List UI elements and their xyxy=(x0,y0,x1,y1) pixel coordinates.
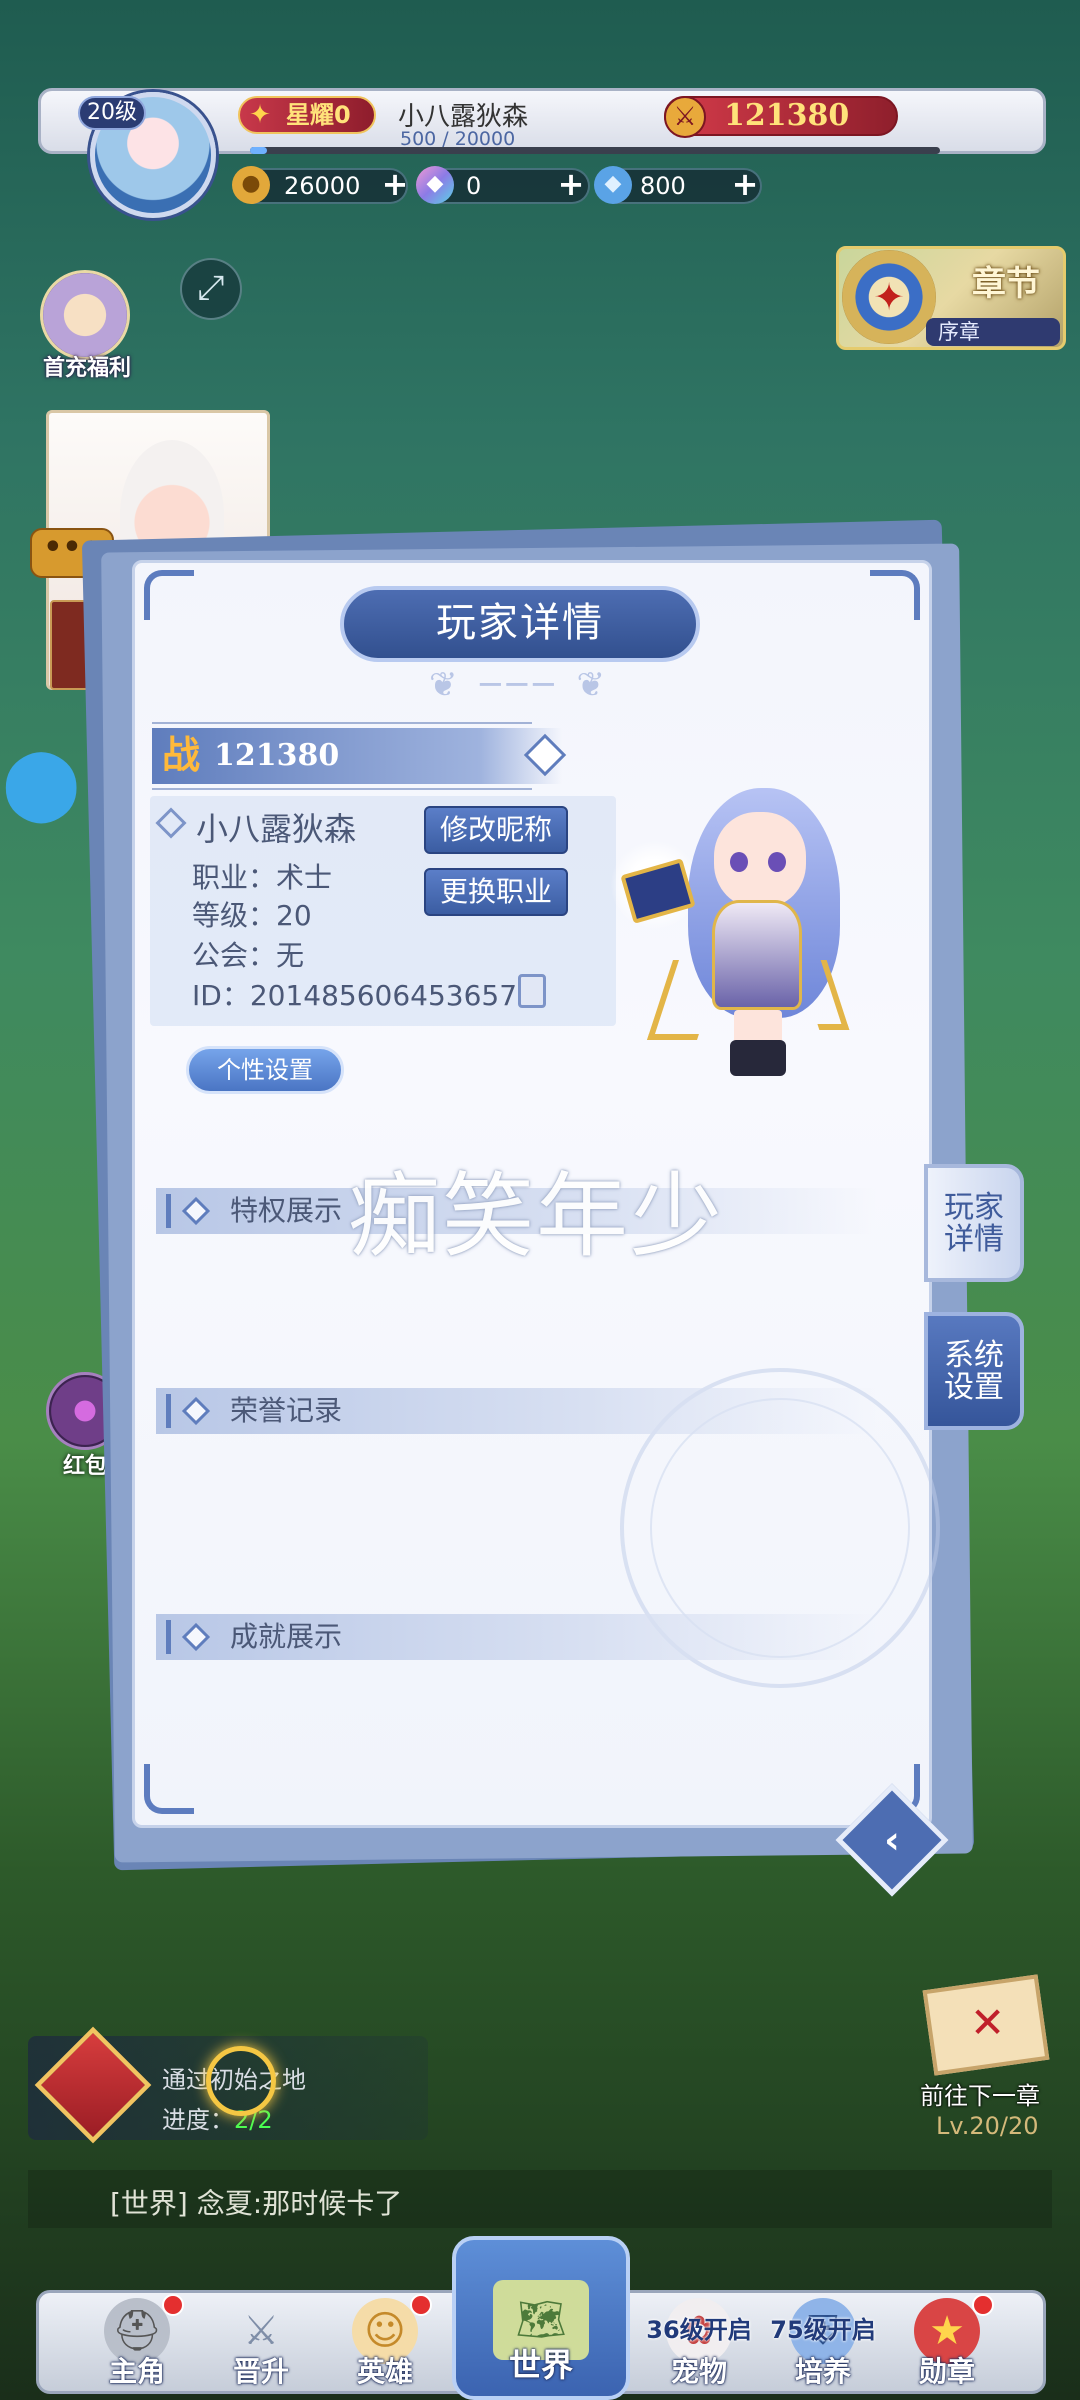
next-chapter-label[interactable]: 前往下一章 xyxy=(920,2076,1040,2111)
tab-system-settings[interactable]: 系统 设置 xyxy=(924,1312,1024,1430)
first-recharge-button[interactable] xyxy=(40,270,130,360)
expand-icon[interactable]: ⤢ xyxy=(180,258,242,320)
location-pin-icon[interactable]: ⬤ xyxy=(2,742,80,822)
personalize-button[interactable]: 个性设置 xyxy=(186,1046,344,1094)
change-profession-button[interactable]: 更换职业 xyxy=(424,868,568,916)
section-edge xyxy=(166,1620,171,1654)
panel-corner-ornament xyxy=(144,570,194,620)
section-edge xyxy=(166,1394,171,1428)
notification-dot xyxy=(410,2294,432,2316)
section-title: 特权展示 xyxy=(230,1194,343,1227)
level-value: 20 xyxy=(276,899,312,932)
profession-value: 术士 xyxy=(276,861,333,894)
star-rank-icon: ✦ xyxy=(249,100,271,130)
chapter-subtitle: 序章 xyxy=(926,318,1060,346)
battle-power-value: 121380 xyxy=(214,738,340,773)
profession-label: 职业： xyxy=(192,861,277,894)
notification-dot xyxy=(162,2294,184,2316)
next-chapter-level: Lv.20/20 xyxy=(936,2112,1039,2140)
add-crystal-button[interactable]: + xyxy=(730,168,760,200)
glow-ring xyxy=(206,2046,276,2116)
profession-row: 职业：术士 xyxy=(192,856,332,896)
nav-world[interactable]: 🗺 世界 xyxy=(466,2272,616,2384)
section-title: 成就展示 xyxy=(230,1620,343,1653)
chat-text: 念夏:那时候卡了 xyxy=(196,2187,403,2220)
map-marker-icon: ✕ xyxy=(970,1998,1006,2047)
guild-value: 无 xyxy=(276,939,305,972)
nav-heroes[interactable]: ☺ 英雄 xyxy=(310,2290,460,2394)
title-ornament: ❦ ─── ❦ xyxy=(428,665,611,705)
player-level-badge: 20级 xyxy=(78,96,146,130)
sword-power-icon: ⚔ xyxy=(664,96,706,138)
rainbow-gem-icon: ◆ xyxy=(416,166,454,204)
character-boots xyxy=(730,1040,786,1076)
id-row: ID：201485606453657 xyxy=(192,974,517,1014)
character-eye xyxy=(768,852,786,872)
copy-icon[interactable] xyxy=(518,974,546,1008)
character-eye xyxy=(730,852,748,872)
divider xyxy=(152,788,532,790)
first-recharge-label: 首充福利 xyxy=(42,356,131,381)
character-body xyxy=(712,900,802,1010)
exp-progress-fill xyxy=(250,147,267,154)
add-gold-button[interactable]: + xyxy=(380,168,410,200)
chat-channel: [世界] xyxy=(110,2187,188,2220)
rename-button[interactable]: 修改昵称 xyxy=(424,806,568,854)
notification-dot xyxy=(972,2294,994,2316)
compass-icon: ✦ xyxy=(842,250,936,344)
tab-player-details[interactable]: 玩家 详情 xyxy=(924,1164,1024,1282)
nav-medals[interactable]: ★ 勋章 xyxy=(872,2290,1022,2394)
level-row: 等级：20 xyxy=(192,894,312,934)
chat-message[interactable]: [世界] 念夏:那时候卡了 xyxy=(110,2182,402,2222)
divider xyxy=(152,722,532,724)
character-face xyxy=(714,812,806,908)
guild-row: 公会：无 xyxy=(192,934,304,974)
exp-progress-bar xyxy=(250,147,940,154)
section-title: 荣誉记录 xyxy=(230,1394,343,1427)
level-label: 等级： xyxy=(192,899,277,932)
return-icon[interactable]: ‹ xyxy=(860,1808,924,1872)
battle-power-icon: 战 xyxy=(161,732,200,777)
panel-title: 玩家详情 xyxy=(340,586,700,662)
id-label: ID： xyxy=(192,979,250,1012)
player-name: 小八露狄森 xyxy=(196,810,357,848)
nav-label: 勋章 xyxy=(918,2355,975,2388)
panel-corner-ornament xyxy=(144,1764,194,1814)
gold-coin-icon: ● xyxy=(232,166,270,204)
nav-label: 世界 xyxy=(508,2346,573,2384)
nav-label: 英雄 xyxy=(356,2355,413,2388)
id-value: 201485606453657 xyxy=(249,979,518,1012)
chapter-title: 章节 xyxy=(972,264,1040,304)
crystal-icon: ◆ xyxy=(594,166,632,204)
section-edge xyxy=(166,1194,171,1228)
add-gem-button[interactable]: + xyxy=(556,168,586,200)
panel-corner-ornament xyxy=(870,570,920,620)
guild-label: 公会： xyxy=(192,939,277,972)
watermark-text: 痴笑年少 xyxy=(348,1163,725,1270)
